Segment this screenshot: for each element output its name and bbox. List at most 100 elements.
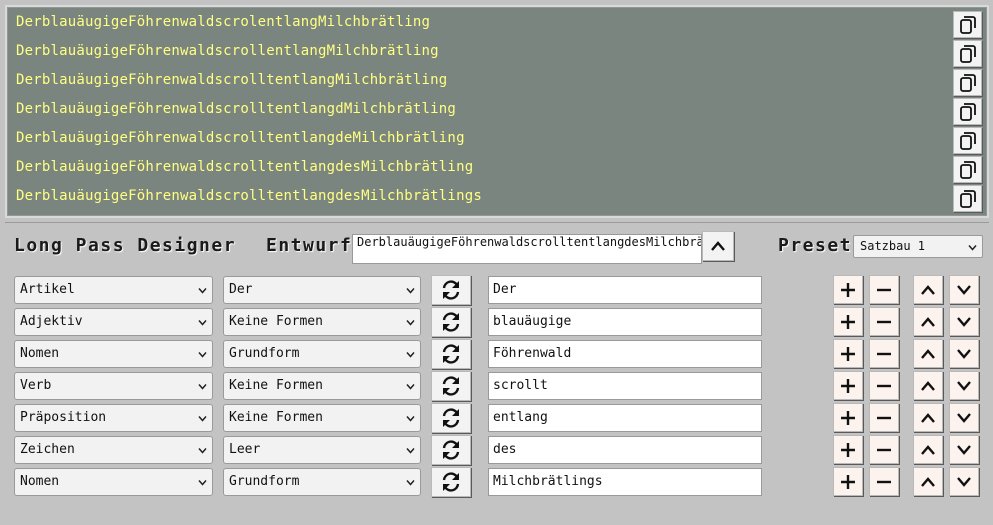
remove-row-button[interactable] xyxy=(869,403,899,432)
history-row: DerblauäugigeFöhrenwaldscrolentlangMilch… xyxy=(7,9,987,38)
remove-row-button[interactable] xyxy=(869,371,899,400)
add-row-button[interactable] xyxy=(833,403,863,432)
copy-button[interactable] xyxy=(953,69,982,96)
refresh-button[interactable] xyxy=(431,339,471,369)
category-select[interactable]: Nomen xyxy=(14,340,213,368)
move-up-button[interactable] xyxy=(913,275,943,304)
history-text[interactable]: DerblauäugigeFöhrenwaldscrollentlangMilc… xyxy=(16,43,439,59)
category-select[interactable]: Zeichen xyxy=(14,436,213,464)
move-up-button[interactable] xyxy=(913,435,943,464)
chevron-down-icon xyxy=(957,348,971,359)
copy-button[interactable] xyxy=(953,156,982,183)
form-value: Grundform xyxy=(229,474,300,489)
remove-row-button[interactable] xyxy=(869,339,899,368)
chevron-down-icon xyxy=(957,476,971,487)
copy-button[interactable] xyxy=(953,98,982,125)
copy-button[interactable] xyxy=(953,185,982,212)
category-select[interactable]: Verb xyxy=(14,372,213,400)
form-select[interactable]: Keine Formen xyxy=(223,308,421,336)
add-row-button[interactable] xyxy=(833,371,863,400)
refresh-button[interactable] xyxy=(431,307,471,337)
add-row-button[interactable] xyxy=(833,467,863,496)
history-row: DerblauäugigeFöhrenwaldscrolltentlangMil… xyxy=(7,67,987,96)
move-up-button[interactable] xyxy=(913,403,943,432)
history-text[interactable]: DerblauäugigeFöhrenwaldscrolltentlangdes… xyxy=(16,188,482,204)
add-row-button[interactable] xyxy=(833,307,863,336)
move-up-button[interactable] xyxy=(913,307,943,336)
move-up-button[interactable] xyxy=(913,467,943,496)
form-select[interactable]: Grundform xyxy=(223,468,421,496)
history-text[interactable]: DerblauäugigeFöhrenwaldscrolltentlangdeM… xyxy=(16,130,465,146)
history-text[interactable]: DerblauäugigeFöhrenwaldscrolltentlangdes… xyxy=(16,159,473,175)
chevron-down-icon xyxy=(957,444,971,455)
history-text[interactable]: DerblauäugigeFöhrenwaldscrolltentlangMil… xyxy=(16,72,447,88)
category-value: Präposition xyxy=(20,410,107,425)
move-down-button[interactable] xyxy=(949,339,979,368)
history-text[interactable]: DerblauäugigeFöhrenwaldscrolltentlangdMi… xyxy=(16,101,456,117)
move-down-button[interactable] xyxy=(949,467,979,496)
remove-row-button[interactable] xyxy=(869,467,899,496)
chevron-down-icon xyxy=(198,320,207,326)
preset-select[interactable]: Satzbau 1 xyxy=(853,235,983,258)
builder-row: Verb Keine Formen scrollt xyxy=(0,371,993,402)
refresh-button[interactable] xyxy=(431,403,471,433)
history-row: DerblauäugigeFöhrenwaldscrolltentlangdes… xyxy=(7,154,987,183)
form-select[interactable]: Der xyxy=(223,276,421,304)
form-select[interactable]: Grundform xyxy=(223,340,421,368)
remove-row-button[interactable] xyxy=(869,307,899,336)
chevron-down-icon xyxy=(198,352,207,358)
move-up-button[interactable] xyxy=(913,339,943,368)
refresh-icon xyxy=(442,344,460,364)
add-row-button[interactable] xyxy=(833,339,863,368)
draft-input[interactable]: DerblauäugigeFöhrenwaldscrolltentlangdes… xyxy=(352,234,702,264)
chevron-up-icon xyxy=(921,316,935,327)
move-up-button[interactable] xyxy=(913,371,943,400)
move-down-button[interactable] xyxy=(949,371,979,400)
refresh-button[interactable] xyxy=(431,467,471,497)
word-input[interactable]: Milchbrätlings xyxy=(488,468,762,496)
word-input[interactable]: entlang xyxy=(488,404,762,432)
form-value: Keine Formen xyxy=(229,314,323,329)
app-title: Long Pass Designer xyxy=(14,235,237,256)
refresh-button[interactable] xyxy=(431,275,471,305)
remove-row-button[interactable] xyxy=(869,435,899,464)
category-select[interactable]: Nomen xyxy=(14,468,213,496)
form-select[interactable]: Keine Formen xyxy=(223,404,421,432)
form-value: Der xyxy=(229,282,253,297)
word-input[interactable]: scrollt xyxy=(488,372,762,400)
move-down-button[interactable] xyxy=(949,275,979,304)
copy-button[interactable] xyxy=(953,11,982,38)
apply-draft-button[interactable] xyxy=(702,231,734,261)
copy-icon xyxy=(959,15,976,34)
word-input[interactable]: des xyxy=(488,436,762,464)
plus-icon xyxy=(841,442,855,457)
word-input[interactable]: Der xyxy=(488,276,762,304)
minus-icon xyxy=(877,320,891,323)
category-select[interactable]: Adjektiv xyxy=(14,308,213,336)
category-value: Nomen xyxy=(20,474,60,489)
refresh-button[interactable] xyxy=(431,371,471,401)
move-down-button[interactable] xyxy=(949,435,979,464)
builder-row: Zeichen Leer des xyxy=(0,435,993,466)
refresh-button[interactable] xyxy=(431,435,471,465)
history-text[interactable]: DerblauäugigeFöhrenwaldscrolentlangMilch… xyxy=(16,14,430,30)
minus-icon xyxy=(877,384,891,387)
add-row-button[interactable] xyxy=(833,435,863,464)
form-select[interactable]: Keine Formen xyxy=(223,372,421,400)
copy-button[interactable] xyxy=(953,127,982,154)
chevron-down-icon xyxy=(198,288,207,294)
category-select[interactable]: Präposition xyxy=(14,404,213,432)
builder-row: Adjektiv Keine Formen blauäugige xyxy=(0,307,993,338)
remove-row-button[interactable] xyxy=(869,275,899,304)
move-down-button[interactable] xyxy=(949,307,979,336)
chevron-down-icon xyxy=(957,380,971,391)
minus-icon xyxy=(877,480,891,483)
word-input[interactable]: Föhrenwald xyxy=(488,340,762,368)
add-row-button[interactable] xyxy=(833,275,863,304)
move-down-button[interactable] xyxy=(949,403,979,432)
word-input[interactable]: blauäugige xyxy=(488,308,762,336)
category-select[interactable]: Artikel xyxy=(14,276,213,304)
form-select[interactable]: Leer xyxy=(223,436,421,464)
copy-button[interactable] xyxy=(953,40,982,67)
chevron-down-icon xyxy=(198,448,207,454)
